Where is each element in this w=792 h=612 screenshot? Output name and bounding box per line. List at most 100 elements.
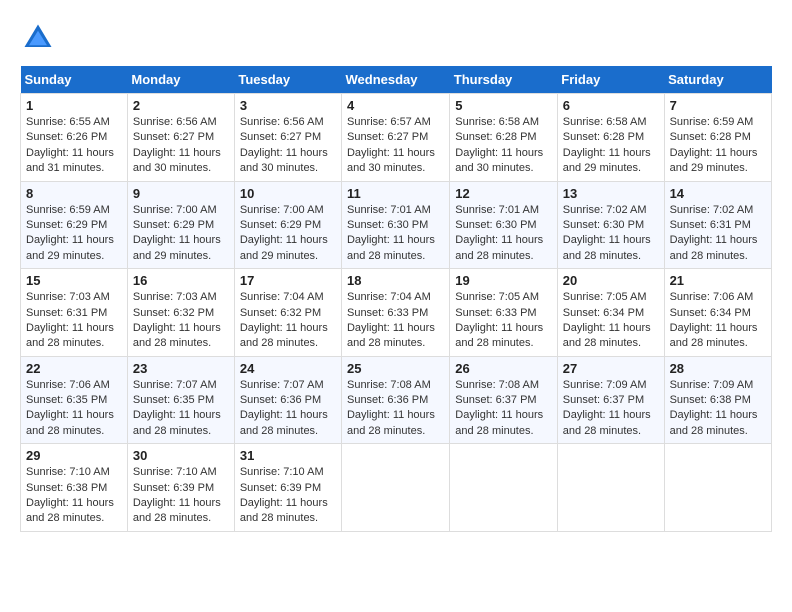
calendar-cell: 24 Sunrise: 7:07 AMSunset: 6:36 PMDaylig… <box>234 356 341 444</box>
day-number: 12 <box>455 186 552 201</box>
day-info: Sunrise: 7:02 AMSunset: 6:31 PMDaylight:… <box>670 203 766 265</box>
day-info: Sunrise: 6:56 AMSunset: 6:27 PMDaylight:… <box>240 115 336 177</box>
day-info: Sunrise: 7:01 AMSunset: 6:30 PMDaylight:… <box>455 203 552 265</box>
day-info: Sunrise: 7:00 AMSunset: 6:29 PMDaylight:… <box>133 203 229 265</box>
day-info: Sunrise: 7:05 AMSunset: 6:33 PMDaylight:… <box>455 290 552 352</box>
day-info: Sunrise: 6:55 AMSunset: 6:26 PMDaylight:… <box>26 115 122 177</box>
calendar-week-3: 15 Sunrise: 7:03 AMSunset: 6:31 PMDaylig… <box>21 269 772 357</box>
calendar-cell: 7 Sunrise: 6:59 AMSunset: 6:28 PMDayligh… <box>664 94 771 182</box>
weekday-header-thursday: Thursday <box>450 66 558 94</box>
calendar-cell: 16 Sunrise: 7:03 AMSunset: 6:32 PMDaylig… <box>127 269 234 357</box>
day-number: 25 <box>347 361 444 376</box>
calendar-cell: 19 Sunrise: 7:05 AMSunset: 6:33 PMDaylig… <box>450 269 558 357</box>
day-info: Sunrise: 7:02 AMSunset: 6:30 PMDaylight:… <box>563 203 659 265</box>
day-info: Sunrise: 6:59 AMSunset: 6:28 PMDaylight:… <box>670 115 766 177</box>
weekday-header-saturday: Saturday <box>664 66 771 94</box>
calendar-cell: 4 Sunrise: 6:57 AMSunset: 6:27 PMDayligh… <box>341 94 449 182</box>
day-number: 7 <box>670 98 766 113</box>
calendar-cell <box>664 444 771 532</box>
calendar-cell: 18 Sunrise: 7:04 AMSunset: 6:33 PMDaylig… <box>341 269 449 357</box>
calendar-cell <box>557 444 664 532</box>
calendar-cell: 27 Sunrise: 7:09 AMSunset: 6:37 PMDaylig… <box>557 356 664 444</box>
day-number: 21 <box>670 273 766 288</box>
calendar-cell: 28 Sunrise: 7:09 AMSunset: 6:38 PMDaylig… <box>664 356 771 444</box>
calendar-cell: 17 Sunrise: 7:04 AMSunset: 6:32 PMDaylig… <box>234 269 341 357</box>
day-number: 24 <box>240 361 336 376</box>
logo-icon <box>20 20 56 56</box>
calendar-cell: 31 Sunrise: 7:10 AMSunset: 6:39 PMDaylig… <box>234 444 341 532</box>
day-number: 10 <box>240 186 336 201</box>
day-number: 9 <box>133 186 229 201</box>
calendar-cell: 15 Sunrise: 7:03 AMSunset: 6:31 PMDaylig… <box>21 269 128 357</box>
calendar-cell: 8 Sunrise: 6:59 AMSunset: 6:29 PMDayligh… <box>21 181 128 269</box>
day-number: 17 <box>240 273 336 288</box>
calendar-cell: 10 Sunrise: 7:00 AMSunset: 6:29 PMDaylig… <box>234 181 341 269</box>
calendar-cell: 21 Sunrise: 7:06 AMSunset: 6:34 PMDaylig… <box>664 269 771 357</box>
calendar-cell: 25 Sunrise: 7:08 AMSunset: 6:36 PMDaylig… <box>341 356 449 444</box>
calendar-week-4: 22 Sunrise: 7:06 AMSunset: 6:35 PMDaylig… <box>21 356 772 444</box>
day-info: Sunrise: 7:08 AMSunset: 6:36 PMDaylight:… <box>347 378 444 440</box>
calendar-cell <box>341 444 449 532</box>
page-header <box>20 20 772 56</box>
day-info: Sunrise: 7:10 AMSunset: 6:39 PMDaylight:… <box>133 465 229 527</box>
day-number: 30 <box>133 448 229 463</box>
calendar-cell: 14 Sunrise: 7:02 AMSunset: 6:31 PMDaylig… <box>664 181 771 269</box>
day-number: 1 <box>26 98 122 113</box>
day-number: 16 <box>133 273 229 288</box>
day-number: 5 <box>455 98 552 113</box>
day-number: 2 <box>133 98 229 113</box>
calendar-cell: 26 Sunrise: 7:08 AMSunset: 6:37 PMDaylig… <box>450 356 558 444</box>
calendar-cell: 23 Sunrise: 7:07 AMSunset: 6:35 PMDaylig… <box>127 356 234 444</box>
day-number: 18 <box>347 273 444 288</box>
day-info: Sunrise: 7:07 AMSunset: 6:35 PMDaylight:… <box>133 378 229 440</box>
day-info: Sunrise: 7:07 AMSunset: 6:36 PMDaylight:… <box>240 378 336 440</box>
day-info: Sunrise: 6:58 AMSunset: 6:28 PMDaylight:… <box>563 115 659 177</box>
day-number: 20 <box>563 273 659 288</box>
calendar-week-1: 1 Sunrise: 6:55 AMSunset: 6:26 PMDayligh… <box>21 94 772 182</box>
calendar-cell: 2 Sunrise: 6:56 AMSunset: 6:27 PMDayligh… <box>127 94 234 182</box>
calendar-cell: 6 Sunrise: 6:58 AMSunset: 6:28 PMDayligh… <box>557 94 664 182</box>
day-number: 14 <box>670 186 766 201</box>
day-info: Sunrise: 7:03 AMSunset: 6:32 PMDaylight:… <box>133 290 229 352</box>
calendar-cell: 5 Sunrise: 6:58 AMSunset: 6:28 PMDayligh… <box>450 94 558 182</box>
logo <box>20 20 62 56</box>
day-number: 19 <box>455 273 552 288</box>
calendar-cell: 12 Sunrise: 7:01 AMSunset: 6:30 PMDaylig… <box>450 181 558 269</box>
day-number: 15 <box>26 273 122 288</box>
day-info: Sunrise: 6:58 AMSunset: 6:28 PMDaylight:… <box>455 115 552 177</box>
day-number: 6 <box>563 98 659 113</box>
day-number: 31 <box>240 448 336 463</box>
calendar-cell: 1 Sunrise: 6:55 AMSunset: 6:26 PMDayligh… <box>21 94 128 182</box>
calendar-cell: 11 Sunrise: 7:01 AMSunset: 6:30 PMDaylig… <box>341 181 449 269</box>
calendar-cell: 9 Sunrise: 7:00 AMSunset: 6:29 PMDayligh… <box>127 181 234 269</box>
day-info: Sunrise: 7:10 AMSunset: 6:38 PMDaylight:… <box>26 465 122 527</box>
day-info: Sunrise: 7:04 AMSunset: 6:32 PMDaylight:… <box>240 290 336 352</box>
day-info: Sunrise: 7:06 AMSunset: 6:34 PMDaylight:… <box>670 290 766 352</box>
day-number: 26 <box>455 361 552 376</box>
day-number: 13 <box>563 186 659 201</box>
day-number: 11 <box>347 186 444 201</box>
calendar-cell: 13 Sunrise: 7:02 AMSunset: 6:30 PMDaylig… <box>557 181 664 269</box>
day-number: 23 <box>133 361 229 376</box>
weekday-header-tuesday: Tuesday <box>234 66 341 94</box>
day-info: Sunrise: 7:05 AMSunset: 6:34 PMDaylight:… <box>563 290 659 352</box>
day-info: Sunrise: 6:56 AMSunset: 6:27 PMDaylight:… <box>133 115 229 177</box>
calendar-cell: 30 Sunrise: 7:10 AMSunset: 6:39 PMDaylig… <box>127 444 234 532</box>
day-info: Sunrise: 7:00 AMSunset: 6:29 PMDaylight:… <box>240 203 336 265</box>
weekday-header-row: SundayMondayTuesdayWednesdayThursdayFrid… <box>21 66 772 94</box>
calendar-cell: 20 Sunrise: 7:05 AMSunset: 6:34 PMDaylig… <box>557 269 664 357</box>
calendar-week-2: 8 Sunrise: 6:59 AMSunset: 6:29 PMDayligh… <box>21 181 772 269</box>
weekday-header-friday: Friday <box>557 66 664 94</box>
day-info: Sunrise: 7:08 AMSunset: 6:37 PMDaylight:… <box>455 378 552 440</box>
day-info: Sunrise: 7:06 AMSunset: 6:35 PMDaylight:… <box>26 378 122 440</box>
calendar-cell <box>450 444 558 532</box>
calendar-cell: 3 Sunrise: 6:56 AMSunset: 6:27 PMDayligh… <box>234 94 341 182</box>
day-number: 28 <box>670 361 766 376</box>
weekday-header-monday: Monday <box>127 66 234 94</box>
day-info: Sunrise: 6:59 AMSunset: 6:29 PMDaylight:… <box>26 203 122 265</box>
day-info: Sunrise: 6:57 AMSunset: 6:27 PMDaylight:… <box>347 115 444 177</box>
day-number: 22 <box>26 361 122 376</box>
calendar-table: SundayMondayTuesdayWednesdayThursdayFrid… <box>20 66 772 532</box>
calendar-week-5: 29 Sunrise: 7:10 AMSunset: 6:38 PMDaylig… <box>21 444 772 532</box>
weekday-header-wednesday: Wednesday <box>341 66 449 94</box>
